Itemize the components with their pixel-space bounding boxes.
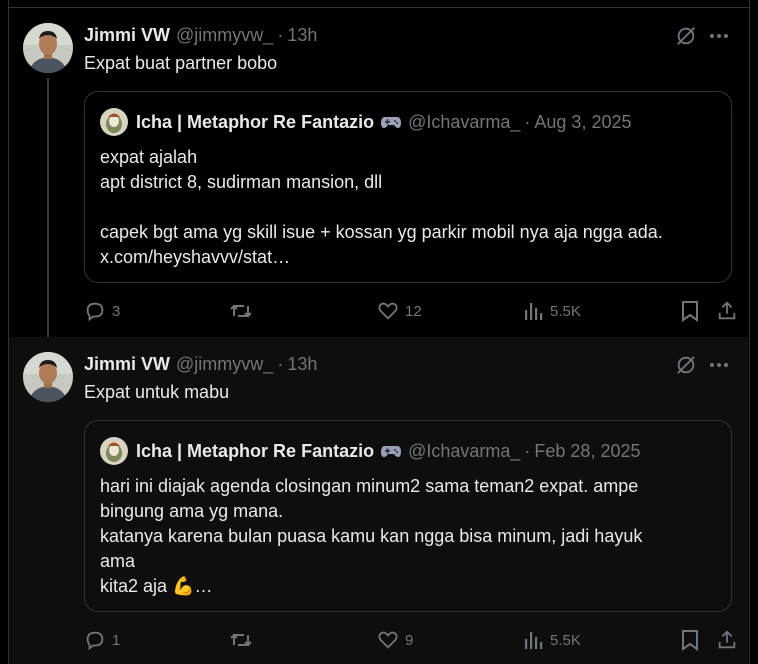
like-count: 9 bbox=[405, 631, 414, 649]
grok-icon[interactable] bbox=[673, 352, 699, 378]
quote-date[interactable]: Feb 28, 2025 bbox=[534, 441, 640, 462]
grok-icon[interactable] bbox=[673, 23, 699, 49]
thread-line bbox=[47, 78, 49, 337]
quote-line: ama bbox=[100, 551, 136, 571]
repost-button[interactable] bbox=[229, 627, 259, 653]
quote-header: Icha | Metaphor Re Fantazio @Ichavarma_ … bbox=[100, 108, 632, 136]
quote-line: hari ini diajak agenda closingan minum2 … bbox=[100, 476, 639, 496]
quote-line bbox=[100, 195, 720, 220]
like-icon bbox=[377, 300, 399, 322]
repost-button[interactable] bbox=[229, 298, 259, 324]
quote-avatar[interactable] bbox=[100, 437, 128, 465]
more-icon[interactable] bbox=[706, 23, 732, 49]
action-bar: 3 12 5.5K bbox=[84, 298, 736, 324]
quote-line: apt district 8, sudirman mansion, dll bbox=[100, 172, 383, 192]
quote-line: expat ajalah bbox=[100, 147, 198, 167]
author-name[interactable]: Jimmi VW bbox=[84, 25, 170, 46]
quote-line: katanya karena bulan puasa kamu kan ngga… bbox=[100, 526, 643, 546]
reply-button[interactable]: 3 bbox=[84, 298, 120, 324]
action-bar: 1 9 5.5K bbox=[84, 627, 736, 653]
post-time[interactable]: 13h bbox=[287, 354, 317, 375]
post-text: Expat buat partner bobo bbox=[84, 53, 278, 73]
separator: · bbox=[524, 111, 531, 132]
author-handle[interactable]: @jimmyvw_ bbox=[176, 25, 273, 46]
separator: · bbox=[277, 24, 284, 45]
quote-line: kita2 aja 💪… bbox=[100, 576, 213, 596]
bookmark-icon bbox=[680, 300, 700, 322]
views-icon bbox=[524, 300, 544, 322]
quote-text: hari ini diajak agenda closingan minum2 … bbox=[100, 474, 720, 599]
more-icon[interactable] bbox=[706, 352, 732, 378]
views-button[interactable]: 5.5K bbox=[524, 627, 581, 653]
like-button[interactable]: 12 bbox=[377, 298, 422, 324]
post[interactable]: Jimmi VW @jimmyvw_ · 13h Expat untuk mab… bbox=[9, 337, 748, 664]
like-count: 12 bbox=[405, 302, 422, 320]
repost-icon bbox=[229, 300, 253, 322]
repost-icon bbox=[229, 629, 253, 651]
share-button[interactable] bbox=[716, 627, 738, 653]
avatar[interactable] bbox=[23, 352, 73, 402]
share-icon bbox=[716, 629, 738, 651]
separator: · bbox=[277, 353, 284, 374]
quote-author-name[interactable]: Icha | Metaphor Re Fantazio bbox=[136, 112, 374, 133]
views-button[interactable]: 5.5K bbox=[524, 298, 581, 324]
quoted-post[interactable]: Icha | Metaphor Re Fantazio @Ichavarma_ … bbox=[84, 91, 732, 283]
bookmark-button[interactable] bbox=[680, 627, 700, 653]
views-count: 5.5K bbox=[550, 302, 581, 320]
separator: · bbox=[524, 440, 531, 461]
post-time[interactable]: 13h bbox=[287, 25, 317, 46]
reply-icon bbox=[84, 629, 106, 651]
bookmark-icon bbox=[680, 629, 700, 651]
reply-count: 3 bbox=[112, 302, 121, 320]
game-controller-icon bbox=[380, 114, 402, 130]
quote-author-handle[interactable]: @Ichavarma_ bbox=[408, 112, 520, 133]
post-header: Jimmi VW @jimmyvw_ · 13h bbox=[84, 353, 317, 375]
reply-button[interactable]: 1 bbox=[84, 627, 120, 653]
like-button[interactable]: 9 bbox=[377, 627, 413, 653]
quote-header: Icha | Metaphor Re Fantazio @Ichavarma_ … bbox=[100, 437, 641, 465]
reply-count: 1 bbox=[112, 631, 121, 649]
post-text: Expat untuk mabu bbox=[84, 382, 230, 402]
share-button[interactable] bbox=[716, 298, 738, 324]
quote-author-name[interactable]: Icha | Metaphor Re Fantazio bbox=[136, 441, 374, 462]
views-icon bbox=[524, 629, 544, 651]
bookmark-button[interactable] bbox=[680, 298, 700, 324]
quote-date[interactable]: Aug 3, 2025 bbox=[534, 112, 631, 133]
author-handle[interactable]: @jimmyvw_ bbox=[176, 354, 273, 375]
quote-text: expat ajalah apt district 8, sudirman ma… bbox=[100, 145, 720, 270]
quoted-post[interactable]: Icha | Metaphor Re Fantazio @Ichavarma_ … bbox=[84, 420, 732, 612]
avatar[interactable] bbox=[23, 23, 73, 73]
post-header: Jimmi VW @jimmyvw_ · 13h bbox=[84, 24, 317, 46]
quote-line: bingung ama yg mana. bbox=[100, 501, 284, 521]
post[interactable]: Jimmi VW @jimmyvw_ · 13h Expat buat part… bbox=[9, 8, 748, 337]
views-count: 5.5K bbox=[550, 631, 581, 649]
like-icon bbox=[377, 629, 399, 651]
quote-line: capek bgt ama yg skill isue + kossan yg … bbox=[100, 222, 663, 242]
reply-icon bbox=[84, 300, 106, 322]
quote-link[interactable]: x.com/heyshavvv/stat… bbox=[100, 245, 720, 270]
share-icon bbox=[716, 300, 738, 322]
author-name[interactable]: Jimmi VW bbox=[84, 354, 170, 375]
quote-avatar[interactable] bbox=[100, 108, 128, 136]
game-controller-icon bbox=[380, 443, 402, 459]
quote-author-handle[interactable]: @Ichavarma_ bbox=[408, 441, 520, 462]
